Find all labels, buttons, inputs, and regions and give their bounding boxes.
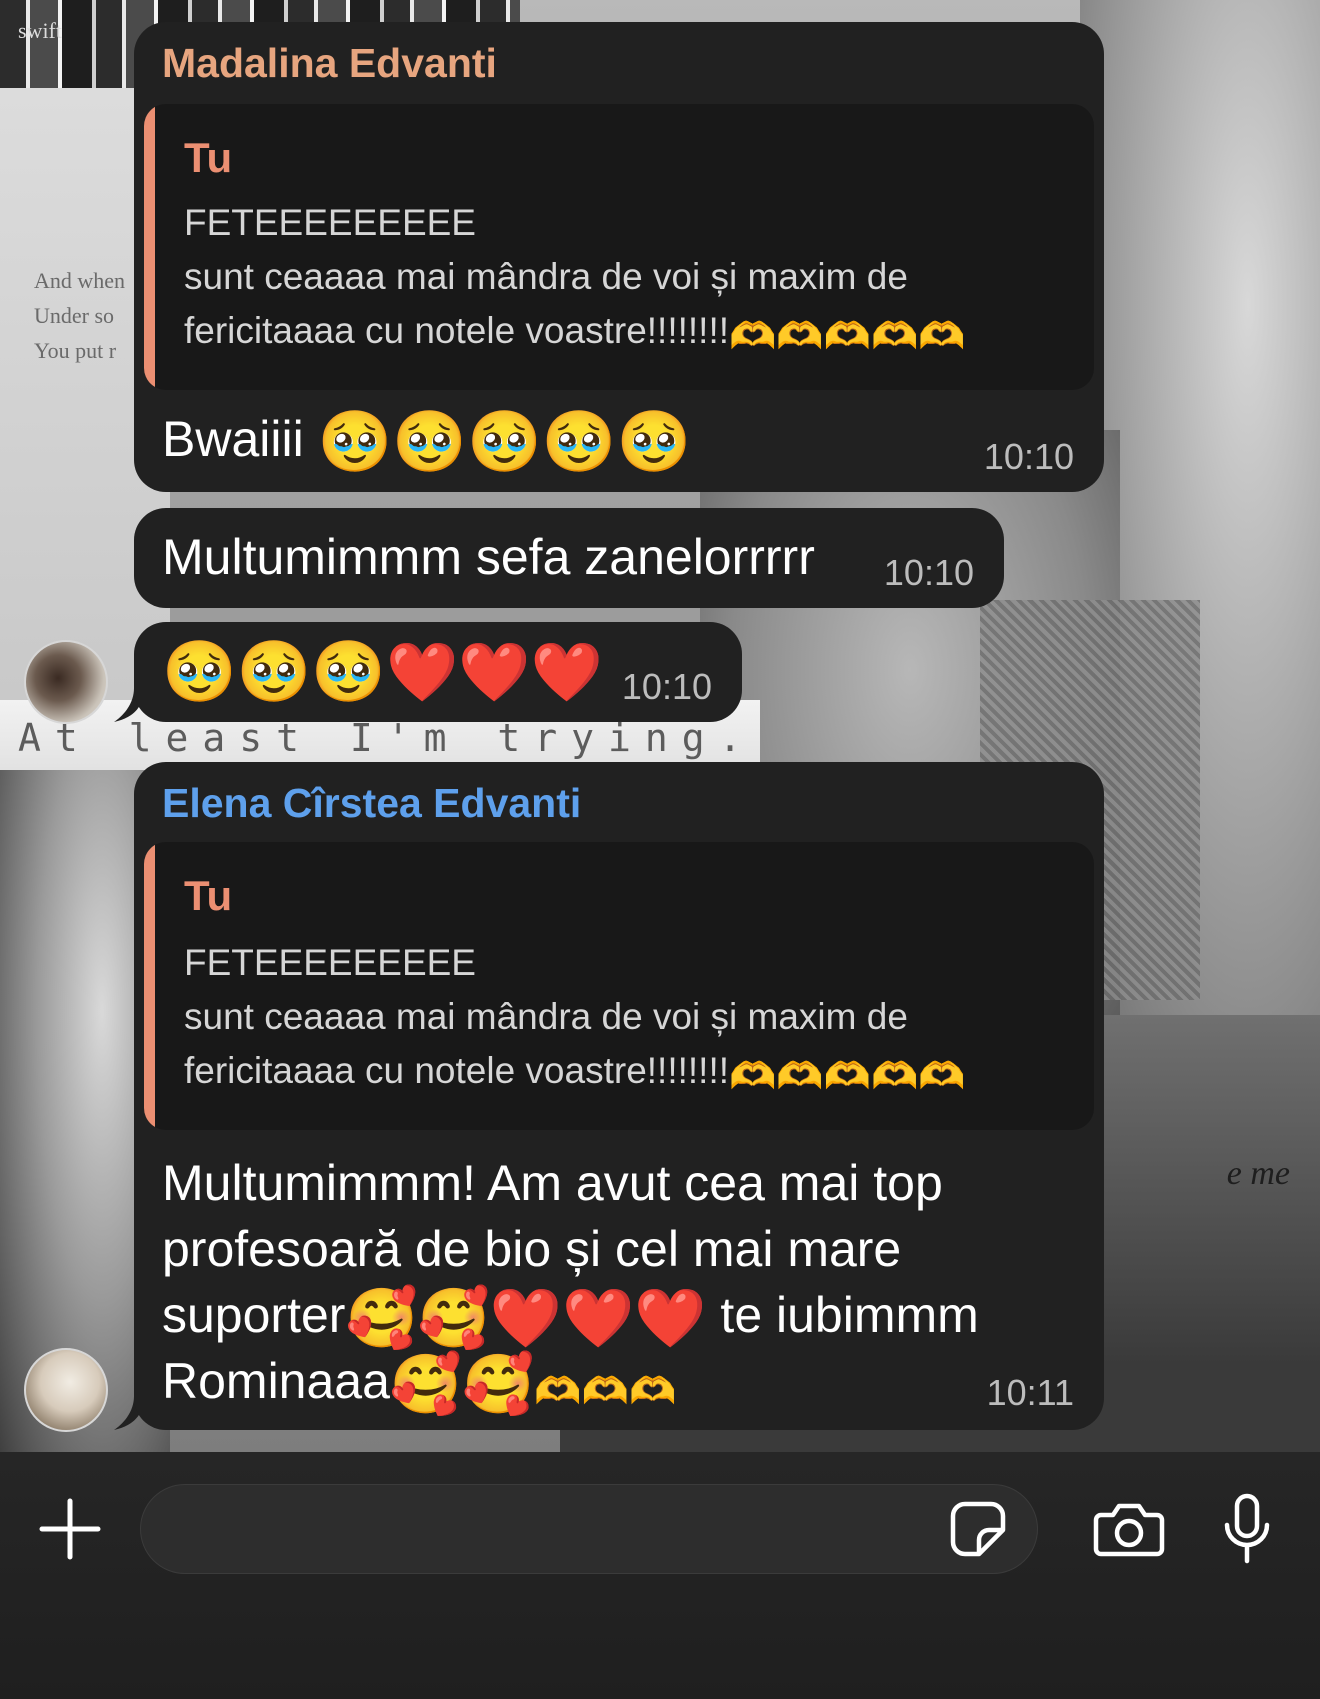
sticker-icon bbox=[950, 1501, 1006, 1557]
smiling-face-hearts-emoji: 🥰🥰 bbox=[389, 1350, 535, 1418]
message-emoji: 🥹🥹🥹❤️❤️❤️ bbox=[162, 640, 603, 702]
message-text-line: suporter🥰🥰❤️❤️❤️ te iubimmm bbox=[162, 1286, 979, 1347]
wallpaper-poem-line: Under so bbox=[34, 303, 115, 328]
heart-hands-emoji: 🫶🫶🫶 bbox=[534, 1369, 677, 1413]
message-text-line: profesoară de bio și cel mai mare bbox=[162, 1221, 902, 1277]
wallpaper-italic-text: e me bbox=[1226, 1155, 1290, 1192]
message-text-word: te iubimmm bbox=[706, 1287, 979, 1343]
reply-text-line: sunt ceaaaa mai mândra de voi și maxim d… bbox=[184, 256, 908, 297]
reply-accent-bar bbox=[144, 842, 155, 1130]
message-text: Bwaiiii 🥹🥹🥹🥹🥹 bbox=[162, 410, 691, 472]
plus-icon bbox=[39, 1498, 101, 1560]
chat-screen: e me swift And when Under so You put r A… bbox=[0, 0, 1320, 1699]
sender-name[interactable]: Elena Cîrstea Edvanti bbox=[162, 780, 581, 827]
reply-text-line: sunt ceaaaa mai mândra de voi și maxim d… bbox=[184, 996, 908, 1037]
message-bubble[interactable]: Multumimmm sefa zanelorrrrr 10:10 bbox=[134, 508, 1004, 608]
wallpaper-typed-text: At least I'm trying. bbox=[18, 716, 756, 760]
message-timestamp: 10:10 bbox=[621, 666, 712, 707]
reply-text: fericitaaaa cu notele voastre!!!!!!!! bbox=[184, 310, 730, 351]
reply-author: Tu bbox=[184, 134, 233, 181]
message-composer bbox=[0, 1452, 1320, 1699]
message-text: Multumimmm sefa zanelorrrrr bbox=[162, 529, 815, 585]
voice-message-button[interactable] bbox=[1212, 1482, 1282, 1576]
message-text-word: Bwaiiii bbox=[162, 411, 304, 467]
message-bubble[interactable]: Madalina Edvanti Tu FETEEEEEEEEE sunt ce… bbox=[134, 22, 1104, 492]
reply-text-line: FETEEEEEEEEE bbox=[184, 202, 476, 243]
avatar[interactable] bbox=[24, 1348, 108, 1432]
camera-icon bbox=[1093, 1503, 1165, 1557]
sticker-button[interactable] bbox=[938, 1490, 1018, 1568]
avatar[interactable] bbox=[24, 640, 108, 724]
reply-accent-bar bbox=[144, 104, 155, 390]
camera-button[interactable] bbox=[1086, 1488, 1172, 1570]
pleading-face-emoji: 🥹🥹🥹🥹🥹 bbox=[317, 407, 692, 477]
message-text-word: Rominaaa bbox=[162, 1353, 390, 1409]
message-input[interactable] bbox=[140, 1484, 1038, 1574]
message-text-word: suporter bbox=[162, 1287, 346, 1343]
heart-hands-emoji: 🫶🫶🫶🫶🫶 bbox=[729, 1054, 966, 1098]
message-bubble[interactable]: Elena Cîrstea Edvanti Tu FETEEEEEEEEE su… bbox=[134, 762, 1104, 1430]
reply-text-line: fericitaaaa cu notele voastre!!!!!!!!🫶🫶🫶… bbox=[184, 1050, 966, 1095]
reply-quote[interactable]: Tu FETEEEEEEEEE sunt ceaaaa mai mândra d… bbox=[144, 842, 1094, 1130]
microphone-icon bbox=[1224, 1493, 1270, 1564]
red-heart-emoji: ❤️❤️❤️ bbox=[386, 638, 603, 706]
message-bubble[interactable]: 🥹🥹🥹❤️❤️❤️ 10:10 bbox=[134, 622, 742, 722]
sender-name[interactable]: Madalina Edvanti bbox=[162, 40, 497, 87]
message-timestamp: 10:10 bbox=[883, 552, 974, 593]
red-heart-emoji: ❤️❤️❤️ bbox=[489, 1284, 707, 1352]
reply-text: fericitaaaa cu notele voastre!!!!!!!! bbox=[184, 1050, 730, 1091]
wallpaper-poem-line: You put r bbox=[34, 338, 117, 363]
wallpaper-book-word: swift bbox=[18, 18, 62, 43]
message-timestamp: 10:11 bbox=[986, 1372, 1074, 1413]
reply-text-line: FETEEEEEEEEE bbox=[184, 942, 476, 983]
message-text-line: Rominaaa🥰🥰🫶🫶🫶 bbox=[162, 1352, 676, 1413]
wallpaper-poem-line: And when bbox=[34, 268, 126, 293]
message-text-line: Multumimmm! Am avut cea mai top bbox=[162, 1155, 943, 1211]
heart-hands-emoji: 🫶🫶🫶🫶🫶 bbox=[729, 314, 966, 358]
reply-author: Tu bbox=[184, 872, 233, 919]
pleading-face-emoji: 🥹🥹🥹 bbox=[162, 637, 387, 707]
attach-button[interactable] bbox=[30, 1484, 110, 1574]
reply-text-line: fericitaaaa cu notele voastre!!!!!!!!🫶🫶🫶… bbox=[184, 310, 966, 355]
smiling-face-hearts-emoji: 🥰🥰 bbox=[345, 1284, 490, 1352]
message-timestamp: 10:10 bbox=[983, 436, 1074, 477]
reply-quote[interactable]: Tu FETEEEEEEEEE sunt ceaaaa mai mândra d… bbox=[144, 104, 1094, 390]
